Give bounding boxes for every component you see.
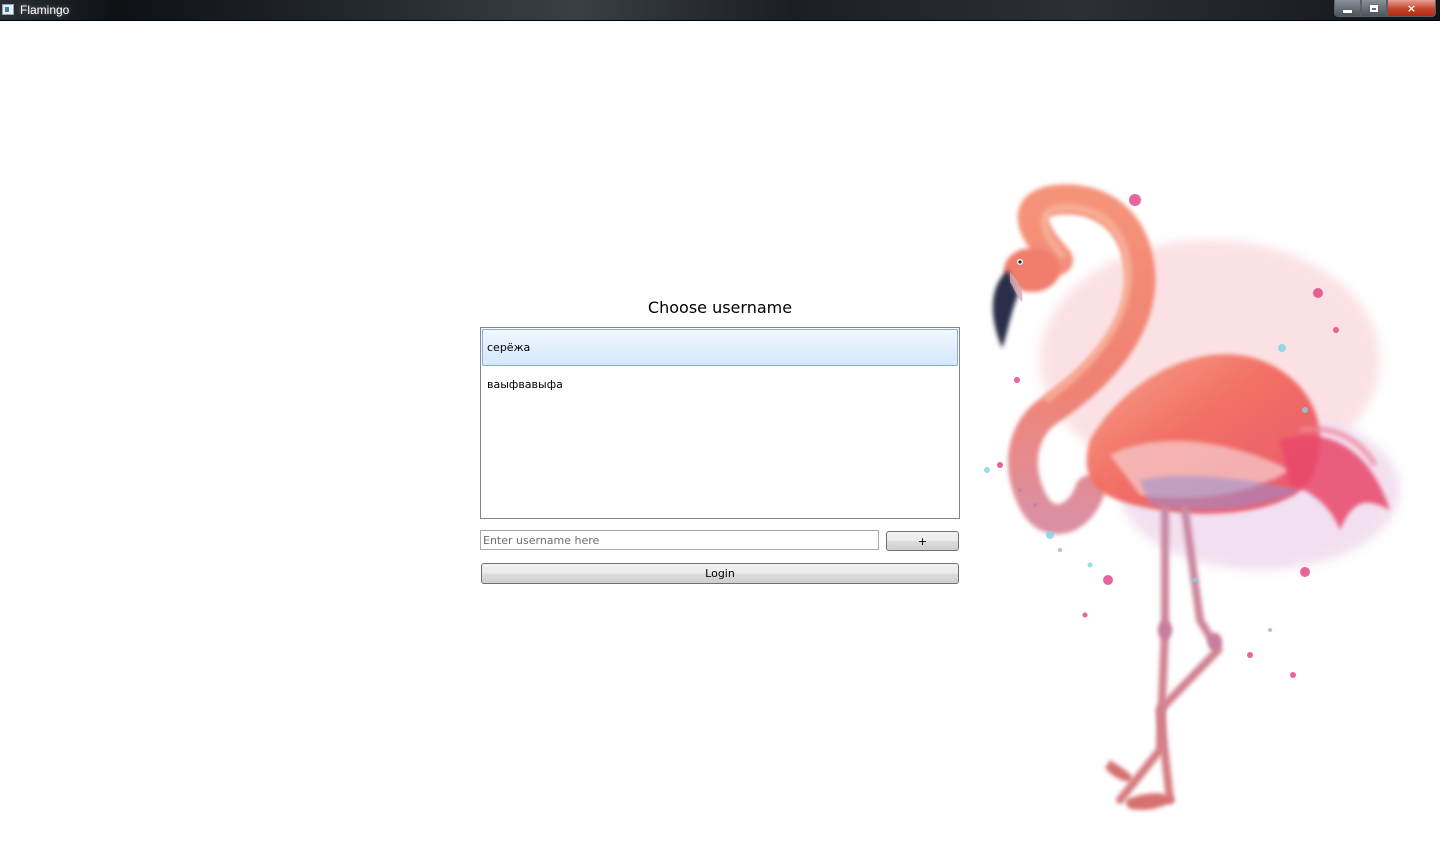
- list-item[interactable]: ваыфвавыфа: [482, 366, 958, 403]
- username-input[interactable]: [480, 530, 879, 550]
- list-item-label: серёжа: [487, 341, 531, 354]
- close-button[interactable]: ×: [1387, 0, 1436, 17]
- list-item-label: ваыфвавыфа: [487, 378, 563, 391]
- window-title: Flamingo: [20, 3, 70, 17]
- app-icon: [2, 4, 14, 15]
- list-item[interactable]: серёжа: [482, 329, 958, 366]
- maximize-icon: [1370, 4, 1378, 12]
- add-user-button[interactable]: +: [886, 531, 959, 551]
- minimize-button[interactable]: [1334, 0, 1361, 17]
- login-button[interactable]: Login: [481, 563, 959, 584]
- close-icon: ×: [1406, 1, 1417, 15]
- maximize-button[interactable]: [1361, 0, 1387, 17]
- minimize-icon: [1343, 9, 1352, 13]
- username-list[interactable]: серёжа ваыфвавыфа: [480, 327, 960, 519]
- page-title: Choose username: [647, 298, 793, 317]
- window-titlebar[interactable]: Flamingo ×: [0, 0, 1440, 21]
- flamingo-illustration: [984, 184, 1400, 810]
